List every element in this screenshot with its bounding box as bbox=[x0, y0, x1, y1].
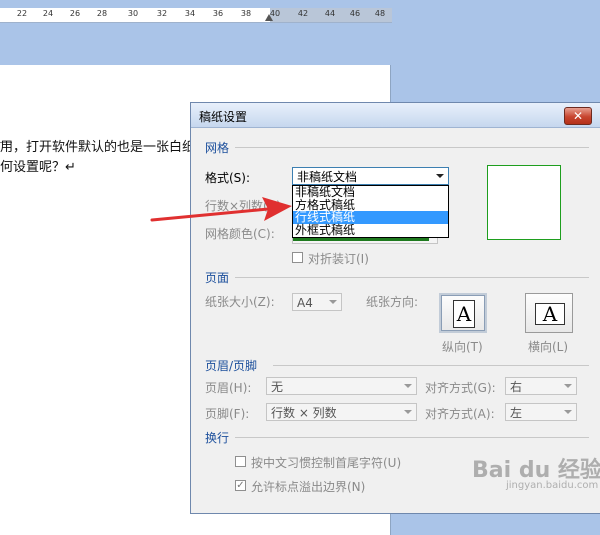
paper-preview bbox=[487, 165, 561, 240]
document-line: 用，打开软件默认的也是一张白纸 bbox=[0, 140, 196, 155]
paper-size-label: 纸张大小(Z): bbox=[205, 295, 275, 309]
dialog-title: 稿纸设置 bbox=[199, 110, 248, 124]
portrait-button[interactable]: A bbox=[439, 293, 487, 333]
header-value: 无 bbox=[271, 380, 284, 394]
ruler-tick: 22 bbox=[16, 9, 28, 18]
ruler-tick: 48 bbox=[374, 9, 386, 18]
portrait-icon-letter: A bbox=[456, 302, 472, 326]
footer-label: 页脚(F): bbox=[205, 407, 250, 421]
ruler-indent-marker[interactable] bbox=[265, 14, 273, 21]
ruler-tick: 44 bbox=[324, 9, 336, 18]
footer-select[interactable]: 行数 × 列数 bbox=[266, 403, 417, 421]
section-header-footer-title: 页眉/页脚 bbox=[205, 359, 258, 373]
footer-value: 行数 × 列数 bbox=[271, 406, 337, 420]
section-divider bbox=[235, 147, 589, 148]
header-select[interactable]: 无 bbox=[266, 377, 417, 395]
landscape-page-icon: A bbox=[535, 303, 565, 325]
document-line: 何设置呢？↵ bbox=[0, 160, 76, 175]
footer-align-value: 左 bbox=[510, 406, 523, 420]
chevron-down-icon[interactable] bbox=[329, 300, 337, 304]
ruler-tick: 26 bbox=[69, 9, 81, 18]
header-align-label: 对齐方式(G): bbox=[425, 381, 496, 395]
chevron-down-icon[interactable] bbox=[564, 410, 572, 414]
chevron-down-icon[interactable] bbox=[404, 384, 412, 388]
dropdown-option[interactable]: 外框式稿纸 bbox=[293, 223, 448, 237]
portrait-page-icon: A bbox=[453, 300, 475, 328]
fold-checkbox[interactable] bbox=[292, 252, 303, 263]
ruler-tick: 32 bbox=[156, 9, 168, 18]
section-grid-title: 网格 bbox=[205, 141, 230, 155]
chinese-rules-checkbox[interactable] bbox=[235, 456, 246, 467]
baidu-watermark: Bai du 经验 jingyan.baidu.com bbox=[472, 452, 600, 491]
section-divider bbox=[235, 437, 589, 438]
dialog-titlebar[interactable]: 稿纸设置 ✕ bbox=[191, 103, 600, 128]
section-page-title: 页面 bbox=[205, 271, 230, 285]
header-label: 页眉(H): bbox=[205, 381, 252, 395]
document-body-text[interactable]: 用，打开软件默认的也是一张白纸 何设置呢？↵ bbox=[0, 138, 195, 178]
portrait-label: 纵向(T) bbox=[442, 340, 483, 354]
fold-checkbox-label: 对折装订(I) bbox=[308, 252, 369, 266]
paper-size-select[interactable]: A4 bbox=[292, 293, 342, 311]
header-align-select[interactable]: 右 bbox=[505, 377, 577, 395]
landscape-label: 横向(L) bbox=[528, 340, 569, 354]
chinese-rules-label: 按中文习惯控制首尾字符(U) bbox=[251, 456, 402, 470]
dropdown-option-selected[interactable]: 行线式稿纸 bbox=[293, 211, 448, 224]
ruler-tick: 24 bbox=[42, 9, 54, 18]
footer-align-label: 对齐方式(A): bbox=[425, 407, 495, 421]
close-button[interactable]: ✕ bbox=[564, 107, 592, 125]
format-dropdown-list[interactable]: 非稿纸文档 方格式稿纸 行线式稿纸 外框式稿纸 bbox=[292, 185, 449, 238]
section-divider bbox=[273, 365, 589, 366]
format-label: 格式(S): bbox=[205, 171, 251, 185]
orientation-label: 纸张方向: bbox=[366, 295, 419, 309]
ruler-tick: 28 bbox=[96, 9, 108, 18]
chevron-down-icon[interactable] bbox=[436, 174, 444, 178]
header-align-value: 右 bbox=[510, 380, 523, 394]
format-select[interactable]: 非稿纸文档 bbox=[292, 167, 449, 185]
landscape-button[interactable]: A bbox=[525, 293, 573, 333]
section-line-break-title: 换行 bbox=[205, 431, 230, 445]
ruler-tick: 42 bbox=[297, 9, 309, 18]
close-icon: ✕ bbox=[572, 109, 584, 123]
ruler-tick: 46 bbox=[349, 9, 361, 18]
footer-align-select[interactable]: 左 bbox=[505, 403, 577, 421]
punctuation-overflow-checkbox[interactable]: ✓ bbox=[235, 480, 246, 491]
chevron-down-icon[interactable] bbox=[564, 384, 572, 388]
ruler-tick: 30 bbox=[127, 9, 139, 18]
punctuation-overflow-label: 允许标点溢出边界(N) bbox=[251, 480, 366, 494]
red-pointer-arrow-icon bbox=[150, 197, 292, 222]
format-select-value: 非稿纸文档 bbox=[297, 170, 358, 184]
section-divider bbox=[235, 277, 589, 278]
paper-size-value: A4 bbox=[297, 296, 313, 310]
ruler-tick: 38 bbox=[240, 9, 252, 18]
landscape-icon-letter: A bbox=[542, 302, 558, 326]
chevron-down-icon[interactable] bbox=[404, 410, 412, 414]
horizontal-ruler[interactable]: 22 24 26 28 30 32 34 36 38 40 42 44 46 4… bbox=[0, 8, 392, 23]
ruler-tick: 34 bbox=[184, 9, 196, 18]
dropdown-option[interactable]: 非稿纸文档 bbox=[293, 186, 448, 199]
watermark-subtext: jingyan.baidu.com bbox=[506, 480, 599, 491]
ruler-tick: 36 bbox=[212, 9, 224, 18]
